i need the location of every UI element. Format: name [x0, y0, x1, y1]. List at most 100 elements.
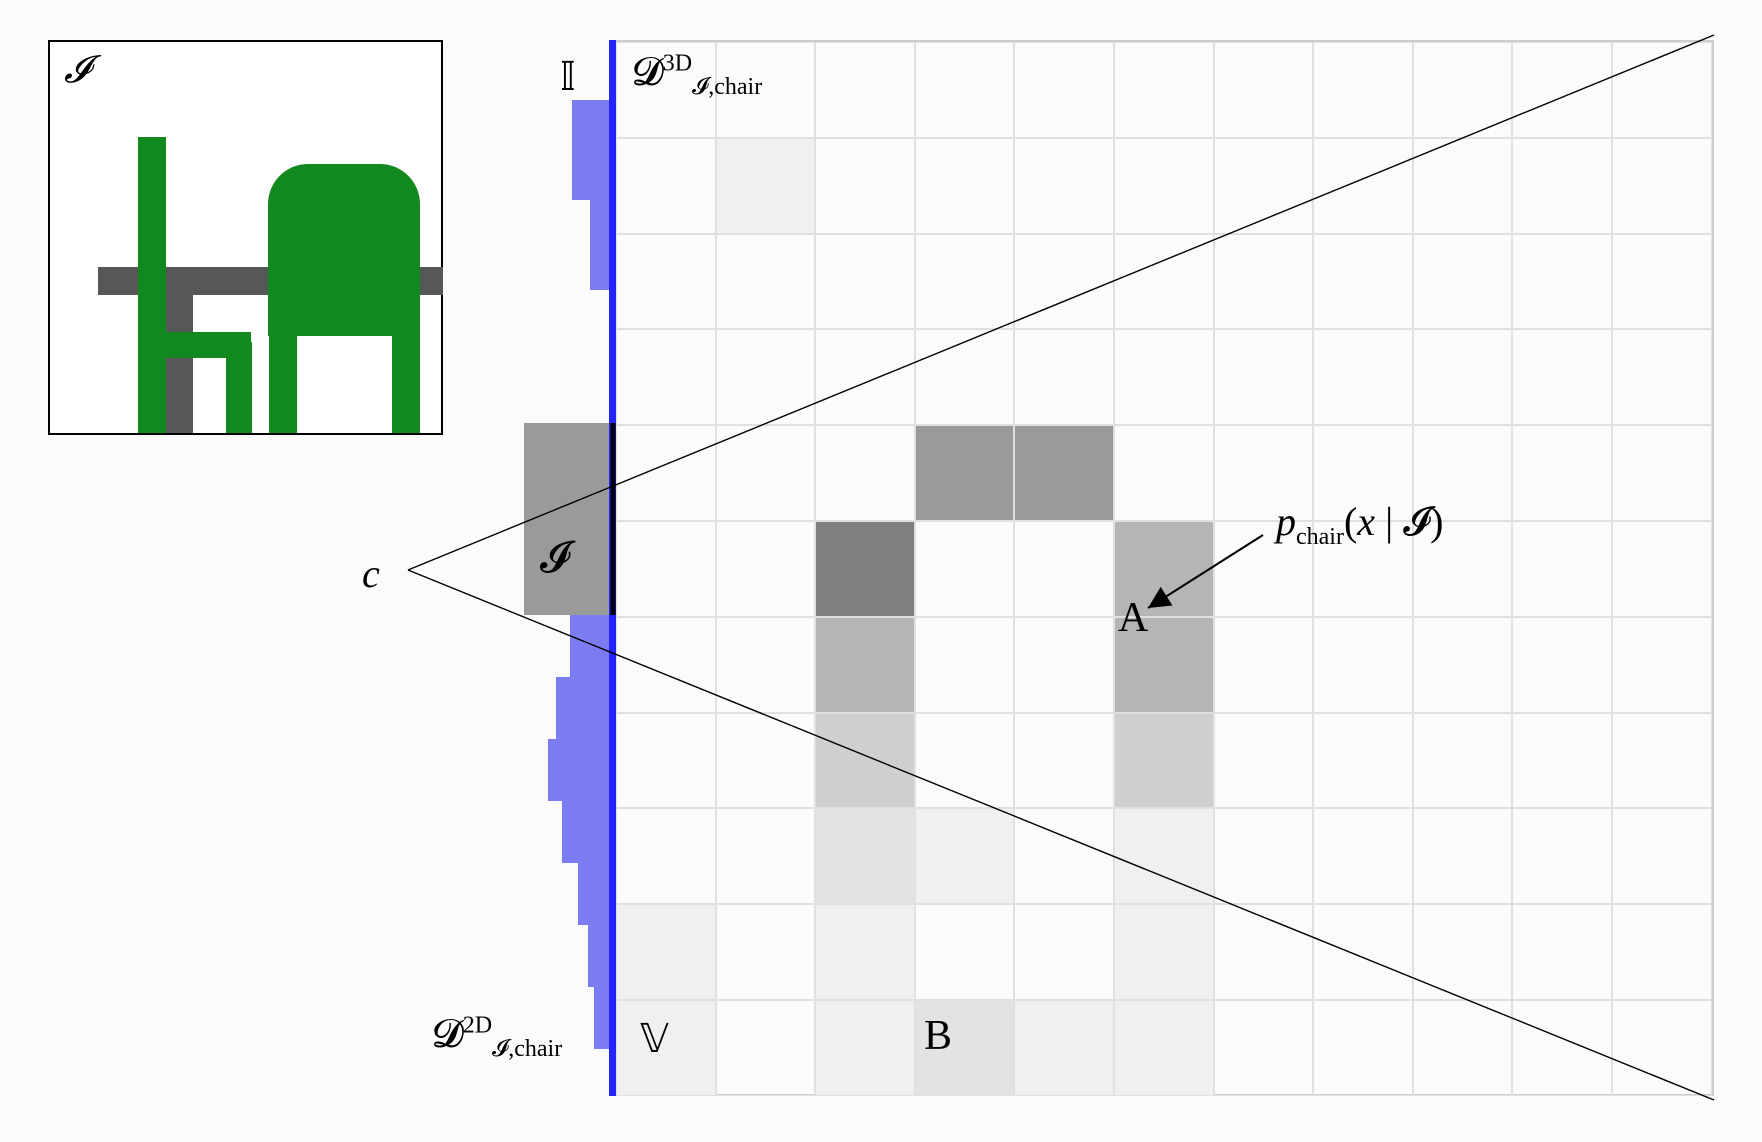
grid-cell: [915, 713, 1015, 809]
grid-cell: [1214, 42, 1314, 138]
diagram-root: { "image_panel": { "label": "𝓘" }, "labe…: [0, 0, 1762, 1142]
right-chair-back: [268, 164, 420, 336]
grid-cell: [1114, 234, 1214, 330]
grid-cell: [616, 904, 716, 1000]
grid-cell: [1214, 329, 1314, 425]
grid-cell: [716, 234, 816, 330]
grid-cell: [1014, 617, 1114, 713]
grid-cell: [616, 425, 716, 521]
histogram-bar: [570, 615, 610, 677]
grid-cell: [1612, 138, 1712, 234]
grid-cell: [1313, 808, 1413, 904]
grid-cell: [915, 138, 1015, 234]
grid-cell: [1612, 617, 1712, 713]
grid-cell: [1612, 1000, 1712, 1096]
grid-cell: [1014, 1000, 1114, 1096]
grid-cell: [915, 234, 1015, 330]
grid-cell: [1413, 617, 1513, 713]
grid-cell: [1612, 234, 1712, 330]
histogram-bar: [590, 200, 610, 290]
right-chair-leg-left: [269, 332, 297, 433]
grid-cell: [1413, 713, 1513, 809]
grid-cell: [1612, 713, 1712, 809]
grid-cell: [815, 329, 915, 425]
grid-cell: [1014, 329, 1114, 425]
d2d-distribution-label: 𝓓2D𝓘,chair: [432, 1010, 562, 1063]
grid-cell: [716, 617, 816, 713]
histogram-bar: [556, 677, 610, 739]
grid-cell: [1612, 329, 1712, 425]
grid-cell: [1413, 1000, 1513, 1096]
grid-cell: [1214, 234, 1314, 330]
grid-cell: [1512, 425, 1612, 521]
grid-cell: [1313, 617, 1413, 713]
grid-cell: [1313, 713, 1413, 809]
grid-cell: [915, 42, 1015, 138]
camera-label: c: [362, 550, 380, 597]
grid-cell: [1313, 138, 1413, 234]
point-A-label: A: [1118, 594, 1148, 642]
grid-cell: [716, 904, 816, 1000]
grid-cell: [616, 617, 716, 713]
grid-cell: [915, 521, 1015, 617]
grid-cell: [1612, 521, 1712, 617]
grid-cell: [1612, 425, 1712, 521]
grid-cell: [616, 329, 716, 425]
grid-cell: [915, 808, 1015, 904]
grid-cell: [1413, 42, 1513, 138]
grid-cell: [716, 329, 816, 425]
grid-cell: [1214, 713, 1314, 809]
blackboard-V-label: 𝕍: [640, 1015, 669, 1062]
grid-cell: [1114, 713, 1214, 809]
grid-cell: [1014, 138, 1114, 234]
grid-cell: [616, 808, 716, 904]
histogram-bar: [562, 801, 610, 863]
grid-cell: [716, 138, 816, 234]
volume-grid: [614, 40, 1714, 1096]
grid-cell: [1313, 234, 1413, 330]
grid-cell: [1214, 904, 1314, 1000]
blackboard-I-label: 𝕀: [560, 53, 576, 100]
grid-cell: [1014, 713, 1114, 809]
grid-cells-container: [616, 42, 1712, 1094]
grid-cell: [1114, 425, 1214, 521]
grid-cell: [1512, 138, 1612, 234]
grid-cell: [1313, 904, 1413, 1000]
grid-cell: [1512, 713, 1612, 809]
grid-cell: [915, 617, 1015, 713]
grid-cell: [815, 1000, 915, 1096]
grid-cell: [616, 138, 716, 234]
grid-cell: [1114, 138, 1214, 234]
left-chair-leg: [226, 342, 252, 433]
grid-cell: [1512, 617, 1612, 713]
grid-cell: [616, 234, 716, 330]
scene-drawing: [50, 42, 441, 433]
grid-cell: [616, 521, 716, 617]
histogram-bar: [548, 739, 610, 801]
grid-cell: [1214, 617, 1314, 713]
grid-cell: [1612, 808, 1712, 904]
grid-cell: [1014, 521, 1114, 617]
grid-cell: [815, 42, 915, 138]
histogram-bar: [578, 863, 610, 925]
grid-cell: [1413, 904, 1513, 1000]
grid-cell: [1114, 1000, 1214, 1096]
grid-cell: [1114, 42, 1214, 138]
grid-cell: [716, 521, 816, 617]
grid-cell: [815, 138, 915, 234]
grid-cell: [915, 425, 1015, 521]
grid-cell: [1512, 234, 1612, 330]
grid-cell: [815, 808, 915, 904]
grid-cell: [1114, 329, 1214, 425]
grid-cell: [815, 713, 915, 809]
grid-cell: [1114, 904, 1214, 1000]
grid-cell: [716, 713, 816, 809]
grid-cell: [1014, 425, 1114, 521]
grid-cell: [815, 234, 915, 330]
grid-cell: [915, 329, 1015, 425]
grid-cell: [1512, 521, 1612, 617]
grid-cell: [1512, 329, 1612, 425]
grid-cell: [1014, 808, 1114, 904]
image-plane-I-label: 𝓘: [540, 532, 570, 583]
histogram-bar: [594, 987, 610, 1049]
